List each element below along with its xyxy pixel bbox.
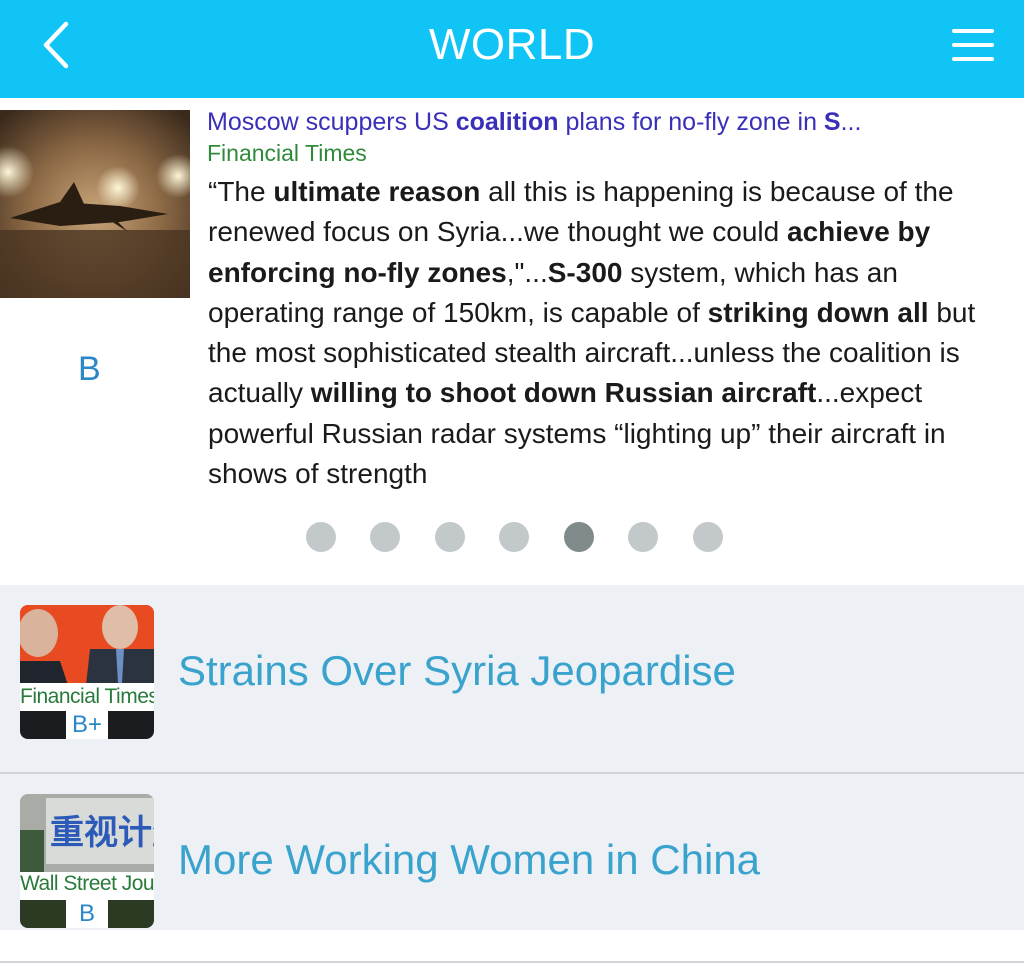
svg-text:重视计生: 重视计生 — [50, 813, 154, 853]
news-list: Financial Times B+ Strains Over Syria Je… — [0, 585, 1024, 963]
item-thumbnail-source: Financial Times — [20, 685, 154, 708]
carousel-dot[interactable] — [564, 522, 594, 552]
item-thumbnail-grade: B+ — [66, 711, 108, 739]
featured-article[interactable]: B Moscow scuppers US coalition plans for… — [0, 98, 1024, 585]
article-quote: “The ultimate reason all this is happeni… — [208, 172, 1016, 494]
menu-button[interactable] — [946, 24, 1000, 68]
item-title: More Working Women in China — [178, 836, 761, 883]
page-title: WORLD — [428, 20, 596, 69]
quote-text: “The — [208, 176, 274, 207]
item-thumbnail-source: Wall Street Journal — [20, 872, 154, 895]
item-thumbnail: Financial Times B+ — [20, 605, 154, 739]
item-thumbnail-grade: B — [66, 900, 108, 928]
carousel-dot[interactable] — [435, 522, 465, 552]
article-source: Financial Times — [207, 140, 367, 166]
list-item[interactable]: Financial Times B+ Strains Over Syria Je… — [0, 585, 1024, 774]
quote-bold-text: S-300 — [547, 256, 623, 288]
headline-bold-text: S — [823, 108, 841, 136]
article-grade: B — [78, 350, 101, 388]
carousel-pagination — [0, 522, 1024, 554]
quote-bold-text: striking down all — [707, 296, 929, 328]
carousel-dot[interactable] — [370, 522, 400, 552]
carousel-dot[interactable] — [693, 522, 723, 552]
featured-thumbnail — [0, 110, 190, 298]
list-item[interactable]: 重视计生 Wall Street Journal B More Working … — [0, 774, 1024, 963]
article-headline[interactable]: Moscow scuppers US coalition plans for n… — [207, 108, 997, 137]
item-thumbnail: 重视计生 Wall Street Journal B — [20, 794, 154, 928]
carousel-dot[interactable] — [628, 522, 658, 552]
item-title: Strains Over Syria Jeopardise — [178, 647, 736, 694]
hamburger-menu-icon — [952, 29, 994, 61]
app-header: WORLD — [0, 0, 1024, 98]
headline-text: Moscow scuppers US — [207, 108, 456, 136]
quote-bold-text: willing to shoot down Russian aircraft — [310, 377, 817, 409]
carousel-dot[interactable] — [306, 522, 336, 552]
headline-text: plans for no-fly zone in — [558, 108, 824, 136]
quote-bold-text: ultimate reason — [273, 176, 481, 207]
quote-text: ,"... — [506, 256, 548, 288]
headline-ellipsis: ... — [840, 108, 862, 136]
headline-bold-text: coalition — [455, 108, 559, 136]
carousel-dot[interactable] — [499, 522, 529, 552]
